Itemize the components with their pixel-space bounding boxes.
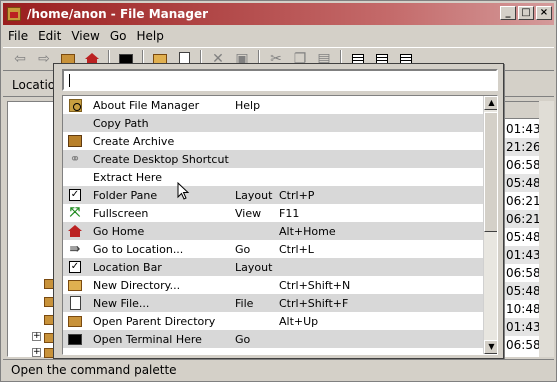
arrow-right-icon: ⇛	[69, 241, 81, 257]
command-name: Extract Here	[93, 171, 162, 184]
menu-view[interactable]: View	[66, 29, 104, 43]
back-button[interactable]: ⇦	[9, 49, 31, 69]
archive-icon	[68, 135, 82, 147]
menu-edit[interactable]: Edit	[33, 29, 66, 43]
command-name: Open Terminal Here	[93, 333, 202, 346]
command-shortcut: Ctrl+L	[279, 243, 314, 256]
command-item[interactable]: New File... File Ctrl+Shift+F	[63, 294, 483, 312]
menu-go[interactable]: Go	[105, 29, 132, 43]
command-name: Go Home	[93, 225, 145, 238]
forward-button[interactable]: ⇨	[33, 49, 55, 69]
command-group: Help	[235, 99, 261, 112]
command-name: About File Manager	[93, 99, 200, 112]
status-bar: Open the command palette	[3, 359, 554, 379]
command-shortcut: Ctrl+P	[279, 189, 315, 202]
app-icon	[7, 7, 21, 21]
file-icon	[69, 296, 81, 310]
command-item[interactable]: ⤧ Fullscreen View F11	[63, 204, 483, 222]
command-name: Create Archive	[93, 135, 175, 148]
command-group: File	[235, 297, 254, 310]
command-group: View	[235, 207, 262, 220]
scroll-up-button[interactable]: ▲	[484, 96, 497, 110]
command-item[interactable]: ✓ Folder Pane Layout Ctrl+P	[63, 186, 483, 204]
menu-file[interactable]: File	[3, 29, 33, 43]
command-list: About File Manager Help Copy Path Create…	[62, 95, 498, 355]
command-item[interactable]: ✓ Location Bar Layout	[63, 258, 483, 276]
scroll-down-button[interactable]: ▼	[484, 340, 497, 354]
command-group: Layout	[235, 261, 273, 274]
command-name: Go to Location...	[93, 243, 184, 256]
link-icon: ⚭	[69, 151, 81, 167]
command-item[interactable]: Open Terminal Here Go	[63, 330, 483, 348]
minimize-button[interactable]: _	[500, 6, 516, 20]
command-shortcut: Alt+Up	[279, 315, 319, 328]
checkbox-icon: ✓	[69, 189, 81, 201]
command-item[interactable]: New Directory... Ctrl+Shift+N	[63, 276, 483, 294]
magnifier-icon	[68, 98, 82, 112]
parent-folder-icon	[68, 315, 82, 327]
command-name: New File...	[93, 297, 150, 310]
new-folder-icon	[68, 279, 82, 291]
command-item[interactable]: Extract Here	[63, 168, 483, 186]
maximize-button[interactable]: □	[518, 6, 534, 20]
arrow-right-icon: ⇨	[38, 51, 50, 67]
command-shortcut: Ctrl+Shift+N	[279, 279, 351, 292]
command-group: Go	[235, 243, 251, 256]
command-palette-input[interactable]	[62, 69, 498, 91]
fullscreen-icon: ⤧	[69, 205, 81, 220]
command-shortcut: Alt+Home	[279, 225, 336, 238]
command-name: Copy Path	[93, 117, 149, 130]
command-name: Create Desktop Shortcut	[93, 153, 229, 166]
command-item[interactable]: ⇛ Go to Location... Go Ctrl+L	[63, 240, 483, 258]
command-group: Go	[235, 333, 251, 346]
command-name: Open Parent Directory	[93, 315, 216, 328]
pointer-icon	[177, 182, 190, 200]
close-button[interactable]: ×	[536, 6, 552, 20]
text-caret	[69, 74, 70, 87]
command-name: Location Bar	[93, 261, 162, 274]
command-name: New Directory...	[93, 279, 181, 292]
title-bar[interactable]: /home/anon - File Manager _ □ ×	[3, 3, 554, 25]
scroll-thumb[interactable]	[484, 112, 497, 232]
command-shortcut: Ctrl+Shift+F	[279, 297, 349, 310]
file-list-scrollbar[interactable]	[539, 101, 554, 357]
command-item[interactable]: Create Archive	[63, 132, 483, 150]
menu-bar: File Edit View Go Help	[3, 26, 169, 45]
command-list-scrollbar[interactable]: ▲ ▼	[483, 96, 497, 354]
menu-help[interactable]: Help	[131, 29, 168, 43]
command-item[interactable]: Open Parent Directory Alt+Up	[63, 312, 483, 330]
home-icon	[85, 53, 99, 65]
command-palette: About File Manager Help Copy Path Create…	[53, 63, 504, 359]
checkbox-icon: ✓	[69, 261, 81, 273]
window-title: /home/anon - File Manager	[27, 7, 209, 21]
arrow-left-icon: ⇦	[14, 51, 26, 67]
command-item[interactable]: ⚭ Create Desktop Shortcut	[63, 150, 483, 168]
command-item[interactable]: Copy Path	[63, 114, 483, 132]
terminal-icon	[68, 333, 82, 345]
folder-tree-pane[interactable]: + +	[7, 101, 58, 358]
command-name: Fullscreen	[93, 207, 149, 220]
command-group: Layout	[235, 189, 273, 202]
tree-expander[interactable]: +	[32, 332, 41, 341]
command-item[interactable]: About File Manager Help	[63, 96, 483, 114]
file-manager-window: /home/anon - File Manager _ □ × File Edi…	[0, 0, 557, 382]
command-item[interactable]: Go Home Alt+Home	[63, 222, 483, 240]
tree-expander[interactable]: +	[32, 348, 41, 357]
home-icon	[68, 225, 82, 237]
command-shortcut: F11	[279, 207, 300, 220]
command-name: Folder Pane	[93, 189, 158, 202]
